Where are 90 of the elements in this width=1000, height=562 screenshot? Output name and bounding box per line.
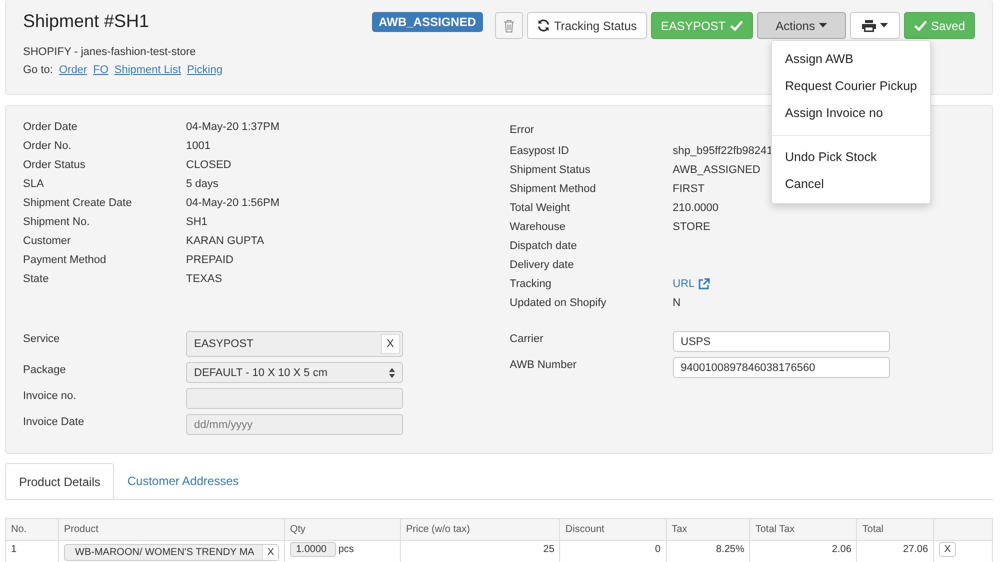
goto-link[interactable]: Shipment List <box>114 64 182 76</box>
package-select[interactable]: DEFAULT - 10 X 10 X 5 cm <box>186 362 403 384</box>
field-value: PREPAID <box>186 254 234 266</box>
status-badge: AWB_ASSIGNED <box>372 12 483 32</box>
product-field[interactable]: WB-MAROON/ WOMEN'S TRENDY MA X <box>64 544 279 561</box>
check-icon <box>914 20 927 31</box>
input-field[interactable]: USPS <box>672 331 890 352</box>
field-label: SLA <box>23 178 45 190</box>
column-header: Product <box>58 518 284 540</box>
clear-button[interactable]: X <box>262 545 278 560</box>
menu-item[interactable]: Undo Pick Stock <box>772 144 930 171</box>
field-label: Order Status <box>23 159 86 172</box>
field-value: TEXAS <box>186 272 222 285</box>
trash-icon <box>503 18 515 32</box>
external-link-icon <box>698 278 710 290</box>
menu-item[interactable]: Cancel <box>772 171 930 198</box>
goto-label: Go to: <box>23 64 53 76</box>
field-label: Warehouse <box>510 221 566 233</box>
printer-icon <box>862 20 876 32</box>
field-label: Delivery date <box>510 258 575 271</box>
goto-link[interactable]: FO <box>93 64 108 76</box>
error-label: Error <box>510 124 536 136</box>
column-header: Total <box>856 518 934 540</box>
field-label: Shipment No. <box>23 216 91 228</box>
column-header: Qty <box>284 518 400 540</box>
page-title: Shipment #SH1 <box>23 11 150 32</box>
field-label: Total Weight <box>510 202 571 214</box>
field-value: 04-May-20 1:37PM <box>186 121 280 134</box>
caret-icon <box>818 23 827 28</box>
field-value: 04-May-20 1:56PM <box>186 197 280 209</box>
menu-item[interactable]: Request Courier Pickup <box>772 73 930 100</box>
field-value: 210.0000 <box>672 202 719 214</box>
field-value: N <box>672 296 681 309</box>
refresh-icon <box>537 19 550 32</box>
check-icon <box>730 20 743 31</box>
field-label: Updated on Shopify <box>510 296 608 309</box>
field-label: Dispatch date <box>510 240 578 252</box>
tracking-status-button[interactable]: Tracking Status <box>527 12 647 39</box>
field-label: Shipment Method <box>510 183 597 196</box>
table-cell: 1 <box>6 540 58 562</box>
tab[interactable]: Customer Addresses <box>114 463 252 499</box>
field-label: Tracking <box>510 278 552 290</box>
column-header: Discount <box>560 518 666 540</box>
column-header: Total Tax <box>750 518 857 540</box>
field-label: Customer <box>23 234 72 247</box>
field-value: 5 days <box>186 178 218 190</box>
input-field[interactable]: dd/mm/yyyy <box>186 414 403 436</box>
column-header: Price (w/o tax) <box>400 518 560 540</box>
goto-link[interactable]: Picking <box>187 64 222 76</box>
field-value: KARAN GUPTA <box>186 234 264 247</box>
field-value: FIRST <box>672 183 704 196</box>
qty-field[interactable]: 1.0000 <box>290 542 336 557</box>
field-value: CLOSED <box>186 159 232 172</box>
field-label: Service <box>23 332 61 346</box>
field-value: 1001 <box>186 140 210 152</box>
field-label: Carrier <box>510 332 544 346</box>
menu-item[interactable]: Assign Invoice no <box>772 100 930 127</box>
actions-button[interactable]: Actions <box>756 12 846 39</box>
remove-button[interactable]: X <box>939 542 956 557</box>
menu-item[interactable]: Assign AWB <box>772 46 930 73</box>
field-value: shp_b95ff22fb98241 <box>672 145 773 158</box>
unit-text: pcs <box>338 544 354 555</box>
tracking-link[interactable]: URL <box>672 278 710 290</box>
tab[interactable]: Product Details <box>5 463 114 499</box>
field-label: Order Date <box>23 121 78 134</box>
field-value: AWB_ASSIGNED <box>672 164 760 176</box>
field-label: Shipment Create Date <box>23 197 133 209</box>
input-field[interactable]: 9400100897846038176560 <box>672 357 890 378</box>
source-text: SHOPIFY - janes-fashion-test-store <box>23 46 197 58</box>
field-label: Shipment Status <box>510 164 592 176</box>
delete-button[interactable] <box>495 12 523 39</box>
field-label: Easypost ID <box>510 145 570 158</box>
up-down-arrows-icon <box>389 368 395 378</box>
print-button[interactable] <box>850 12 900 39</box>
field-label: State <box>23 272 50 285</box>
field-label: Invoice Date <box>23 415 86 428</box>
field-label: Payment Method <box>23 254 108 266</box>
field-label: AWB Number <box>510 358 578 372</box>
service-field[interactable]: EASYPOST X <box>186 331 403 358</box>
field-value: STORE <box>672 221 710 233</box>
field-label: Package <box>23 363 67 376</box>
field-label: Invoice no. <box>23 389 78 402</box>
clear-button[interactable]: X <box>380 334 400 354</box>
column-header: No. <box>6 518 58 540</box>
field-label: Order No. <box>23 140 72 152</box>
field-value: SH1 <box>186 216 208 228</box>
goto-link[interactable]: Order <box>58 64 88 76</box>
input-field[interactable] <box>186 388 403 410</box>
column-header: Tax <box>666 518 750 540</box>
caret-icon <box>880 23 888 28</box>
